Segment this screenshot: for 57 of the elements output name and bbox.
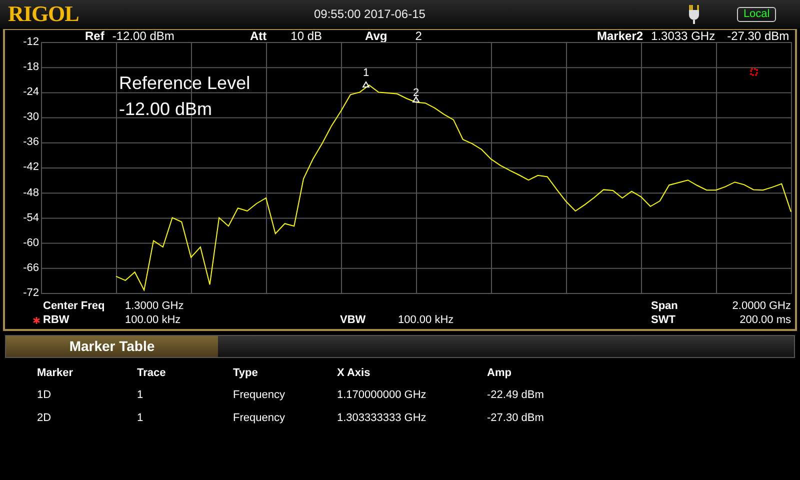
local-mode-indicator: Local [737, 6, 776, 22]
parameter-value: 2.0000 GHz [732, 299, 791, 313]
axis-tick-label: -24 [23, 86, 39, 98]
table-cell-text: Frequency [233, 411, 286, 426]
axis-tick-label: -12 [23, 36, 39, 48]
reference-level-text: Reference Level [119, 73, 250, 93]
axis-tick-label: -48 [23, 186, 39, 199]
parameter-label: SWT [651, 313, 676, 327]
date-time: 09:55:00 2017-06-15 [314, 6, 426, 23]
parameter-value: 100.00 kHz [398, 313, 454, 327]
table-cell-text: -27.30 dBm [487, 411, 545, 426]
reference-level-text: -12.00 dBm [119, 99, 212, 119]
parameter-label: VBW [340, 313, 366, 327]
table-cell-text: 2D [37, 411, 52, 426]
parameter-value: 200.00 ms [740, 313, 791, 327]
table-cell-text: 1 [137, 411, 144, 426]
axis-tick-label: -72 [23, 286, 39, 299]
parameter-label: Span [651, 299, 678, 313]
plug-icon [687, 4, 702, 24]
axis-tick-label: -54 [23, 212, 39, 224]
axis-tick-label: -30 [23, 111, 39, 124]
axis-tick-label: -36 [23, 136, 39, 148]
parameter-value: 1.3000 GHz [125, 299, 184, 313]
column-header: Type [233, 366, 259, 381]
parameter-label: Avg [365, 29, 388, 43]
column-header: Amp [487, 366, 512, 381]
marker-label: 2 [413, 88, 420, 99]
marker-label: 1 [363, 68, 370, 79]
parameter-label: Att [250, 29, 267, 43]
parameter-value: 100.00 kHz [125, 313, 181, 327]
axis-tick-label: -42 [23, 161, 39, 174]
axis-tick-label: -60 [23, 236, 39, 249]
parameter-value: 1.3033 GHz [651, 29, 716, 43]
parameter-value: -12.00 dBm [112, 29, 174, 43]
table-cell-text: 1.303333333 GHz [337, 411, 428, 426]
parameter-label: Center Freq [43, 299, 105, 313]
table-cell-text: 1 [137, 388, 144, 403]
column-header: X Axis [337, 366, 372, 381]
marker-table-tab[interactable]: Marker Table [6, 336, 218, 357]
table-cell-text: 1.170000000 GHz [337, 388, 428, 403]
axis-tick-label: -18 [23, 61, 39, 74]
dashed-square-icon [750, 68, 758, 76]
brand-logo: RIGOL [8, 2, 80, 26]
column-header: Marker [37, 366, 74, 381]
parameter-label: Marker2 [597, 29, 644, 43]
marker-triangle-icon [412, 96, 420, 102]
parameter-value: -27.30 dBm [727, 29, 790, 43]
table-cell-text: 1D [37, 388, 52, 403]
parameter-label: RBW [43, 313, 70, 327]
axis-tick-label: -66 [23, 262, 39, 274]
table-cell-text: -22.49 dBm [487, 388, 545, 403]
column-header: Trace [137, 366, 167, 381]
parameter-value: 10 dB [290, 29, 322, 43]
parameter-label: Ref [85, 29, 104, 43]
marker-triangle-icon [362, 81, 370, 88]
table-cell-text: Frequency [233, 388, 286, 403]
parameter-value: 2 [415, 29, 422, 43]
